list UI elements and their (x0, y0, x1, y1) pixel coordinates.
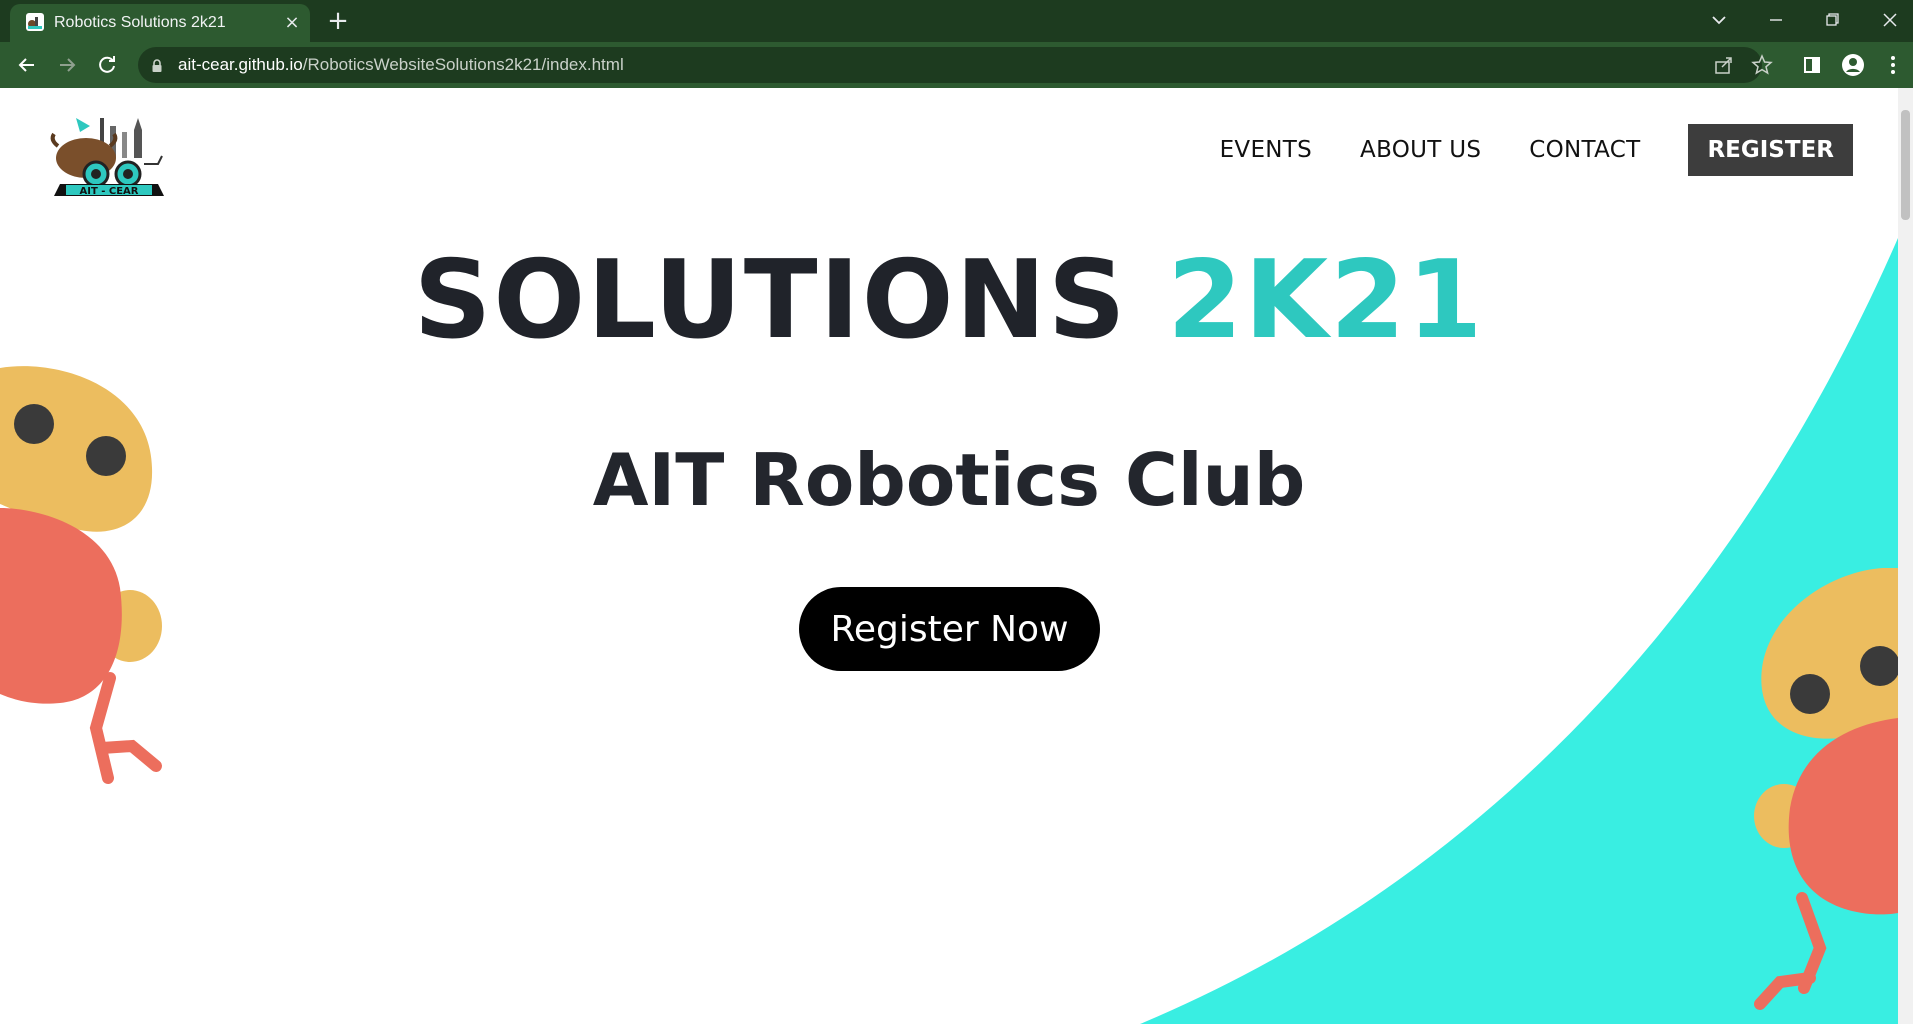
new-tab-button[interactable]: + (325, 8, 351, 34)
web-page: AIT - CEAR EVENTS ABOUT US CONTACT REGIS… (0, 88, 1913, 1024)
hero-title: SOLUTIONS 2K21 (0, 238, 1898, 363)
close-tab-icon[interactable]: × (282, 13, 302, 33)
site-favicon-icon (26, 13, 44, 31)
nav-about-us-link[interactable]: ABOUT US (1360, 137, 1481, 163)
nav-register-button[interactable]: REGISTER (1688, 124, 1853, 176)
url-text[interactable]: ait-cear.github.io/RoboticsWebsiteSoluti… (178, 55, 624, 75)
minimize-icon[interactable] (1760, 6, 1792, 34)
ait-cear-logo[interactable]: AIT - CEAR (40, 112, 175, 204)
logo-text: AIT - CEAR (79, 186, 138, 197)
robot-right-illustration (1754, 568, 1898, 1010)
url-path: /RoboticsWebsiteSolutions2k21/index.html (302, 55, 624, 74)
close-window-icon[interactable] (1874, 6, 1906, 34)
forward-arrow-icon[interactable] (52, 50, 82, 80)
page-scrollbar[interactable] (1898, 88, 1913, 1024)
bookmark-star-icon[interactable] (1750, 53, 1774, 77)
back-arrow-icon[interactable] (12, 50, 42, 80)
teal-background-shape (1140, 238, 1898, 1024)
browser-toolbar: ait-cear.github.io/RoboticsWebsiteSoluti… (0, 42, 1913, 88)
lock-icon[interactable] (150, 58, 164, 74)
reload-icon[interactable] (92, 50, 122, 80)
browser-tab-bar: Robotics Solutions 2k21 × + (0, 0, 1913, 42)
hero-title-accent: 2K21 (1167, 238, 1485, 363)
url-host: ait-cear.github.io (178, 55, 303, 74)
hero-title-main: SOLUTIONS (413, 238, 1128, 363)
tab-title: Robotics Solutions 2k21 (54, 14, 226, 31)
restore-icon[interactable] (1816, 6, 1848, 34)
register-now-button[interactable]: Register Now (799, 587, 1100, 671)
side-panel-icon[interactable] (1797, 50, 1827, 80)
nav-contact-link[interactable]: CONTACT (1529, 137, 1640, 163)
share-icon[interactable] (1712, 53, 1736, 77)
hero-subtitle: AIT Robotics Club (592, 438, 1306, 522)
more-menu-icon[interactable] (1878, 50, 1908, 80)
browser-tab[interactable]: Robotics Solutions 2k21 × (10, 4, 310, 42)
tab-search-chevron-icon[interactable] (1703, 6, 1735, 34)
nav-events-link[interactable]: EVENTS (1220, 137, 1312, 163)
main-nav: EVENTS ABOUT US CONTACT REGISTER (1220, 124, 1853, 176)
robot-left-illustration (0, 366, 162, 784)
scrollbar-thumb[interactable] (1901, 110, 1910, 220)
profile-avatar-icon[interactable] (1838, 50, 1868, 80)
address-bar[interactable]: ait-cear.github.io/RoboticsWebsiteSoluti… (138, 47, 1773, 83)
